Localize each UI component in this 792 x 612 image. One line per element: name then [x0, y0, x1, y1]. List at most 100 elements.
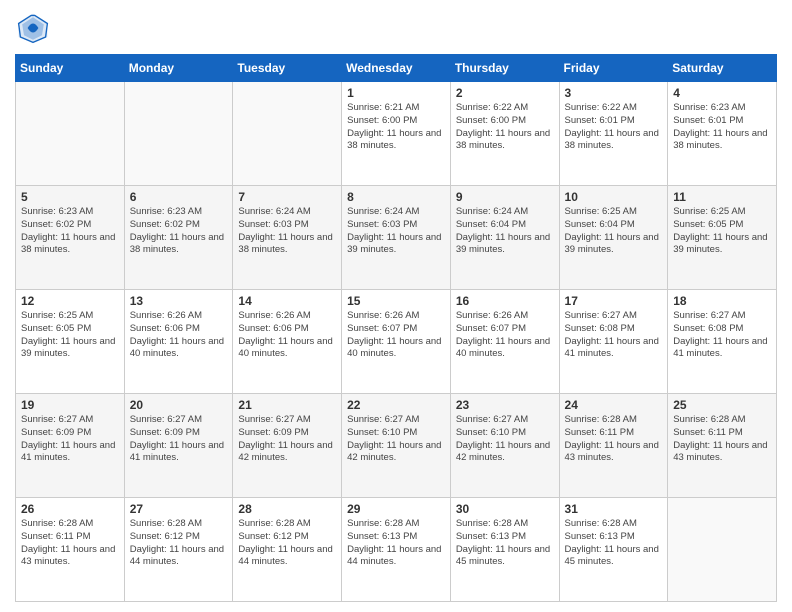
- day-info: Sunrise: 6:27 AMSunset: 6:10 PMDaylight:…: [347, 414, 445, 465]
- logo: [15, 10, 55, 46]
- header: [15, 10, 777, 46]
- day-info: Sunrise: 6:28 AMSunset: 6:13 PMDaylight:…: [456, 518, 554, 569]
- calendar-day-cell: 7 Sunrise: 6:24 AMSunset: 6:03 PMDaylight…: [233, 186, 342, 290]
- day-number: 6: [130, 190, 228, 204]
- day-number: 27: [130, 502, 228, 516]
- day-info: Sunrise: 6:28 AMSunset: 6:13 PMDaylight:…: [565, 518, 663, 569]
- calendar-day-cell: 22 Sunrise: 6:27 AMSunset: 6:10 PMDayligh…: [342, 394, 451, 498]
- calendar-day-cell: 18Sunrise: 6:27 AMSunset: 6:08 PMDayligh…: [668, 290, 777, 394]
- weekday-header-saturday: Saturday: [668, 55, 777, 82]
- calendar-day-cell: 25 Sunrise: 6:28 AMSunset: 6:11 PMDayligh…: [668, 394, 777, 498]
- day-info: Sunrise: 6:28 AMSunset: 6:11 PMDaylight:…: [21, 518, 119, 569]
- weekday-header-friday: Friday: [559, 55, 668, 82]
- calendar-day-cell: [16, 82, 125, 186]
- day-number: 23: [456, 398, 554, 412]
- day-info: Sunrise: 6:28 AMSunset: 6:12 PMDaylight:…: [130, 518, 228, 569]
- weekday-header-tuesday: Tuesday: [233, 55, 342, 82]
- day-number: 16: [456, 294, 554, 308]
- weekday-header-sunday: Sunday: [16, 55, 125, 82]
- day-info: Sunrise: 6:28 AMSunset: 6:11 PMDaylight:…: [673, 414, 771, 465]
- day-number: 21: [238, 398, 336, 412]
- calendar-day-cell: 24 Sunrise: 6:28 AMSunset: 6:11 PMDayligh…: [559, 394, 668, 498]
- calendar-day-cell: 20 Sunrise: 6:27 AMSunset: 6:09 PMDayligh…: [124, 394, 233, 498]
- calendar-day-cell: 6 Sunrise: 6:23 AMSunset: 6:02 PMDaylight…: [124, 186, 233, 290]
- day-number: 7: [238, 190, 336, 204]
- day-info: Sunrise: 6:26 AMSunset: 6:06 PMDaylight:…: [130, 310, 228, 361]
- day-number: 8: [347, 190, 445, 204]
- day-number: 25: [673, 398, 771, 412]
- calendar-day-cell: 26 Sunrise: 6:28 AMSunset: 6:11 PMDayligh…: [16, 498, 125, 602]
- weekday-header-monday: Monday: [124, 55, 233, 82]
- day-info: Sunrise: 6:23 AMSunset: 6:02 PMDaylight:…: [130, 206, 228, 257]
- day-number: 1: [347, 86, 445, 100]
- calendar-day-cell: 28 Sunrise: 6:28 AMSunset: 6:12 PMDayligh…: [233, 498, 342, 602]
- day-number: 3: [565, 86, 663, 100]
- day-info: Sunrise: 6:22 AMSunset: 6:01 PMDaylight:…: [565, 102, 663, 153]
- calendar-day-cell: 14Sunrise: 6:26 AMSunset: 6:06 PMDayligh…: [233, 290, 342, 394]
- day-number: 10: [565, 190, 663, 204]
- day-info: Sunrise: 6:23 AMSunset: 6:02 PMDaylight:…: [21, 206, 119, 257]
- calendar-page: SundayMondayTuesdayWednesdayThursdayFrid…: [0, 0, 792, 612]
- calendar-day-cell: 13Sunrise: 6:26 AMSunset: 6:06 PMDayligh…: [124, 290, 233, 394]
- calendar-day-cell: 17Sunrise: 6:27 AMSunset: 6:08 PMDayligh…: [559, 290, 668, 394]
- calendar-day-cell: 29Sunrise: 6:28 AMSunset: 6:13 PMDayligh…: [342, 498, 451, 602]
- calendar-day-cell: 15 Sunrise: 6:26 AMSunset: 6:07 PMDayligh…: [342, 290, 451, 394]
- day-info: Sunrise: 6:23 AMSunset: 6:01 PMDaylight:…: [673, 102, 771, 153]
- calendar-week-row: 12 Sunrise: 6:25 AMSunset: 6:05 PMDayligh…: [16, 290, 777, 394]
- day-number: 24: [565, 398, 663, 412]
- calendar-day-cell: 30 Sunrise: 6:28 AMSunset: 6:13 PMDayligh…: [450, 498, 559, 602]
- day-info: Sunrise: 6:27 AMSunset: 6:09 PMDaylight:…: [130, 414, 228, 465]
- day-info: Sunrise: 6:24 AMSunset: 6:03 PMDaylight:…: [347, 206, 445, 257]
- calendar-day-cell: 31 Sunrise: 6:28 AMSunset: 6:13 PMDayligh…: [559, 498, 668, 602]
- calendar-day-cell: 8 Sunrise: 6:24 AMSunset: 6:03 PMDaylight…: [342, 186, 451, 290]
- calendar-day-cell: 11Sunrise: 6:25 AMSunset: 6:05 PMDayligh…: [668, 186, 777, 290]
- day-number: 15: [347, 294, 445, 308]
- calendar-day-cell: 21 Sunrise: 6:27 AMSunset: 6:09 PMDayligh…: [233, 394, 342, 498]
- calendar-day-cell: 23 Sunrise: 6:27 AMSunset: 6:10 PMDayligh…: [450, 394, 559, 498]
- day-info: Sunrise: 6:26 AMSunset: 6:07 PMDaylight:…: [456, 310, 554, 361]
- day-info: Sunrise: 6:24 AMSunset: 6:03 PMDaylight:…: [238, 206, 336, 257]
- day-info: Sunrise: 6:24 AMSunset: 6:04 PMDaylight:…: [456, 206, 554, 257]
- day-info: Sunrise: 6:26 AMSunset: 6:07 PMDaylight:…: [347, 310, 445, 361]
- day-info: Sunrise: 6:21 AMSunset: 6:00 PMDaylight:…: [347, 102, 445, 153]
- weekday-header-row: SundayMondayTuesdayWednesdayThursdayFrid…: [16, 55, 777, 82]
- calendar-week-row: 1 Sunrise: 6:21 AMSunset: 6:00 PMDaylight…: [16, 82, 777, 186]
- calendar-day-cell: 3 Sunrise: 6:22 AMSunset: 6:01 PMDaylight…: [559, 82, 668, 186]
- calendar-day-cell: 12 Sunrise: 6:25 AMSunset: 6:05 PMDayligh…: [16, 290, 125, 394]
- day-info: Sunrise: 6:28 AMSunset: 6:11 PMDaylight:…: [565, 414, 663, 465]
- logo-icon: [15, 10, 51, 46]
- day-number: 28: [238, 502, 336, 516]
- day-number: 4: [673, 86, 771, 100]
- day-info: Sunrise: 6:25 AMSunset: 6:04 PMDaylight:…: [565, 206, 663, 257]
- day-number: 14: [238, 294, 336, 308]
- day-info: Sunrise: 6:27 AMSunset: 6:10 PMDaylight:…: [456, 414, 554, 465]
- calendar-day-cell: 9 Sunrise: 6:24 AMSunset: 6:04 PMDaylight…: [450, 186, 559, 290]
- day-number: 31: [565, 502, 663, 516]
- calendar-day-cell: 16 Sunrise: 6:26 AMSunset: 6:07 PMDayligh…: [450, 290, 559, 394]
- day-number: 22: [347, 398, 445, 412]
- day-info: Sunrise: 6:28 AMSunset: 6:13 PMDaylight:…: [347, 518, 445, 569]
- day-number: 26: [21, 502, 119, 516]
- day-number: 5: [21, 190, 119, 204]
- calendar-week-row: 5 Sunrise: 6:23 AMSunset: 6:02 PMDaylight…: [16, 186, 777, 290]
- calendar-table: SundayMondayTuesdayWednesdayThursdayFrid…: [15, 54, 777, 602]
- calendar-day-cell: [124, 82, 233, 186]
- day-number: 12: [21, 294, 119, 308]
- calendar-day-cell: 2Sunrise: 6:22 AMSunset: 6:00 PMDaylight…: [450, 82, 559, 186]
- calendar-day-cell: 10 Sunrise: 6:25 AMSunset: 6:04 PMDayligh…: [559, 186, 668, 290]
- day-info: Sunrise: 6:25 AMSunset: 6:05 PMDaylight:…: [21, 310, 119, 361]
- calendar-day-cell: 1 Sunrise: 6:21 AMSunset: 6:00 PMDaylight…: [342, 82, 451, 186]
- calendar-day-cell: [668, 498, 777, 602]
- day-number: 30: [456, 502, 554, 516]
- weekday-header-thursday: Thursday: [450, 55, 559, 82]
- calendar-day-cell: [233, 82, 342, 186]
- day-number: 9: [456, 190, 554, 204]
- day-info: Sunrise: 6:28 AMSunset: 6:12 PMDaylight:…: [238, 518, 336, 569]
- calendar-week-row: 26 Sunrise: 6:28 AMSunset: 6:11 PMDayligh…: [16, 498, 777, 602]
- day-number: 20: [130, 398, 228, 412]
- day-info: Sunrise: 6:27 AMSunset: 6:09 PMDaylight:…: [238, 414, 336, 465]
- calendar-day-cell: 27 Sunrise: 6:28 AMSunset: 6:12 PMDayligh…: [124, 498, 233, 602]
- calendar-day-cell: 5 Sunrise: 6:23 AMSunset: 6:02 PMDaylight…: [16, 186, 125, 290]
- calendar-day-cell: 19Sunrise: 6:27 AMSunset: 6:09 PMDayligh…: [16, 394, 125, 498]
- day-number: 11: [673, 190, 771, 204]
